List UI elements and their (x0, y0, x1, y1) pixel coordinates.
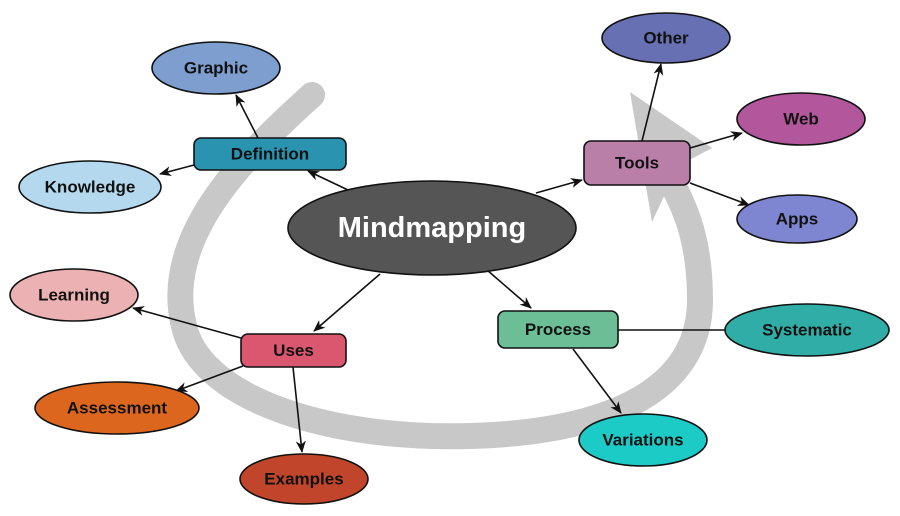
node-assessment-label: Assessment (67, 399, 168, 418)
node-process-label: Process (525, 320, 591, 339)
edge-to-tools (535, 178, 583, 194)
node-learning[interactable]: Learning (9, 268, 139, 322)
node-systematic-label: Systematic (762, 321, 852, 340)
node-examples-label: Examples (264, 470, 343, 489)
node-variations-label: Variations (602, 431, 683, 450)
node-learning-label: Learning (38, 286, 110, 305)
node-knowledge-label: Knowledge (45, 178, 136, 197)
node-tools[interactable]: Tools (583, 140, 691, 186)
edge-to-uses (313, 273, 381, 332)
node-examples[interactable]: Examples (239, 453, 369, 505)
edge-to-process (486, 269, 532, 309)
node-assessment[interactable]: Assessment (34, 381, 200, 435)
node-variations[interactable]: Variations (578, 413, 708, 467)
mindmap-diagram: Mindmapping Definition Graphic Knowledge Too… (9, 12, 890, 505)
node-tools-label: Tools (615, 154, 659, 173)
node-process[interactable]: Process (497, 310, 619, 349)
node-apps[interactable]: Apps (736, 194, 858, 244)
node-mindmapping-label: Mindmapping (338, 212, 526, 244)
node-other-label: Other (643, 29, 689, 48)
edge-to-apps (689, 182, 750, 206)
node-definition[interactable]: Definition (193, 137, 347, 171)
node-knowledge[interactable]: Knowledge (18, 160, 162, 214)
node-uses[interactable]: Uses (240, 333, 347, 368)
node-web-label: Web (783, 110, 819, 129)
node-web[interactable]: Web (736, 92, 866, 146)
edge-to-graphic (235, 94, 259, 139)
node-systematic[interactable]: Systematic (724, 303, 890, 357)
node-graphic-label: Graphic (184, 59, 248, 78)
edge-to-knowledge (159, 164, 195, 177)
edge-to-definition (307, 170, 349, 191)
node-definition-label: Definition (231, 145, 309, 164)
node-mindmapping[interactable]: Mindmapping (287, 180, 577, 276)
edge-to-variations (572, 348, 622, 414)
node-other[interactable]: Other (601, 12, 731, 64)
node-graphic[interactable]: Graphic (151, 41, 281, 95)
node-apps-label: Apps (776, 210, 819, 229)
node-uses-label: Uses (273, 341, 314, 360)
